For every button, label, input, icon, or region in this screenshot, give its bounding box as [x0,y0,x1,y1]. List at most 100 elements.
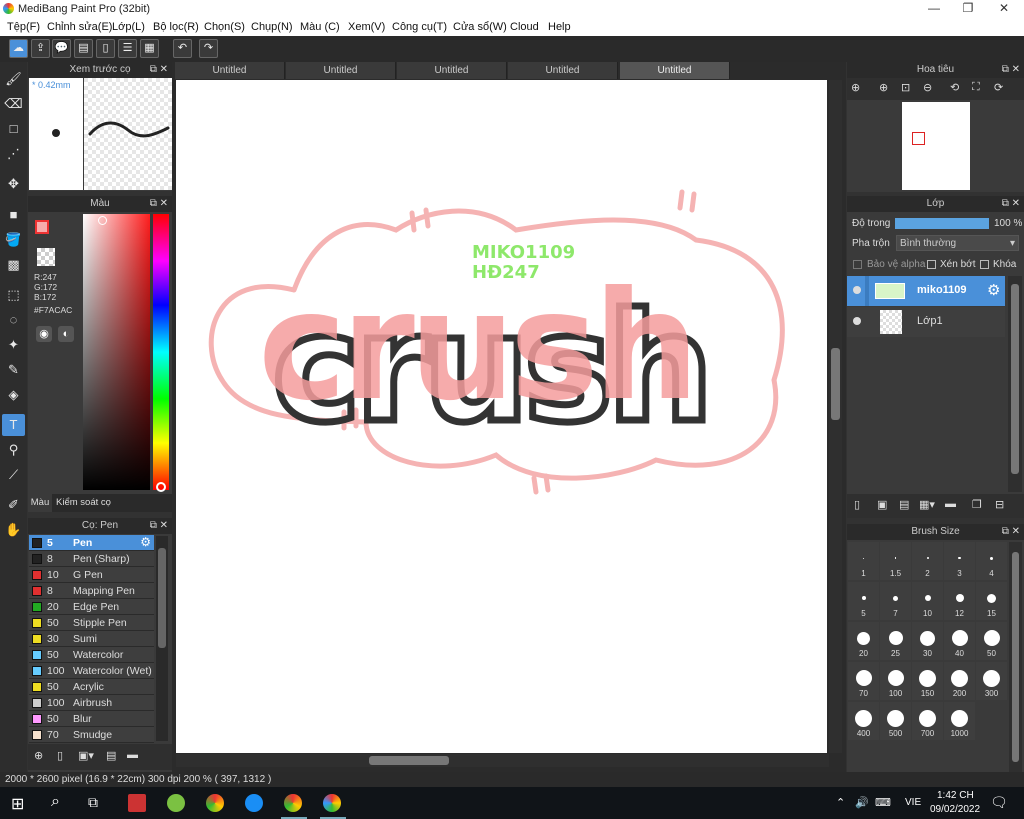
gear-icon[interactable]: ⚙ [140,535,151,549]
menu-color[interactable]: Màu (C) [300,21,340,33]
tab-brush-control[interactable]: Kiểm soát cọ [56,497,111,508]
lasso-icon[interactable]: ◌ [2,309,25,331]
tab-untitled-1[interactable]: Untitled [175,62,285,79]
brush-size-scrollbar[interactable] [1009,542,1022,772]
clock-time[interactable]: 1:42 CH [937,790,974,801]
chrome-icon[interactable] [206,794,224,812]
chevron-up-icon[interactable]: ⌃ [836,796,845,809]
minimize-button[interactable]: — [916,1,952,17]
brush-size-option[interactable]: 300 [976,662,1007,700]
rotate-left-icon[interactable]: ⟲ [950,81,959,94]
magic-wand-icon[interactable]: ✦ [2,334,25,356]
brush-tool-icon[interactable]: 🖌 [2,68,25,90]
palette-icon[interactable]: ◉ [36,326,52,342]
note-icon[interactable]: ▤ [74,39,93,58]
brush-size-option[interactable]: 200 [944,662,975,700]
brush-size-option[interactable]: 1.5 [880,542,911,580]
saturation-value-square[interactable] [83,214,150,490]
menu-snap[interactable]: Chụp(N) [251,21,293,33]
zoom-out-icon[interactable]: ⊖ [923,81,932,94]
tab-untitled-4[interactable]: Untitled [508,62,618,79]
menu-filter[interactable]: Bộ lọc(R) [153,21,199,33]
brush-size-option[interactable]: 20 [848,622,879,660]
brush-size-option[interactable]: 12 [944,582,975,620]
new-halftone-layer-icon[interactable]: ▣ [877,498,887,511]
panel-close-icon[interactable]: ⧉ ✕ [150,196,168,212]
color-wheel-icon[interactable]: ◐ [58,326,74,342]
duplicate-layer-icon[interactable]: ❐ [972,498,982,511]
notification-icon[interactable]: 🗨 [990,794,1008,811]
tab-untitled-2[interactable]: Untitled [286,62,396,79]
zoom-in-icon[interactable]: ⊕ [851,81,860,94]
cloud-icon[interactable]: ☁ [9,39,28,58]
panel-close-icon[interactable]: ⧉ ✕ [1002,62,1020,78]
menu-cloud[interactable]: Cloud [510,21,539,33]
opacity-slider[interactable] [895,218,989,229]
windows-start-icon[interactable]: ⊞ [11,794,24,814]
gear-icon[interactable]: ⚙ [987,281,1000,299]
volume-icon[interactable]: 🔊 [855,796,869,809]
brush-item[interactable]: 50 Watercolor [29,647,154,663]
visibility-eye-icon[interactable] [853,286,861,294]
brush-size-option[interactable]: 15 [976,582,1007,620]
chrome-alt-icon[interactable] [284,794,302,812]
new-layer-icon[interactable]: ▯ [854,498,860,511]
viewport-indicator[interactable] [912,132,925,145]
panel-close-icon[interactable]: ⧉ ✕ [150,518,168,534]
brush-size-option[interactable]: 100 [880,662,911,700]
layer-scrollbar[interactable] [1008,276,1022,492]
lock-checkbox[interactable] [980,260,989,269]
shape-tool-icon[interactable]: □ [2,118,25,140]
menu-layer[interactable]: Lớp(L) [112,21,145,33]
add-brush-icon[interactable]: ⊕ [34,749,43,762]
new-brush-icon[interactable]: ▯ [57,749,63,762]
tab-color[interactable]: Màu [28,494,52,512]
menu-tools[interactable]: Công cụ(T) [392,21,447,33]
brush-item[interactable]: 70 Smudge [29,727,154,743]
task-view-icon[interactable]: ⧉ [88,794,98,811]
color-picker-cursor[interactable] [98,216,107,225]
medibang-taskbar-icon[interactable] [128,794,146,812]
hue-slider[interactable] [153,214,169,492]
brush-item[interactable]: 20 Edge Pen [29,599,154,615]
undo-icon[interactable]: ↶ [173,39,192,58]
layer-folder-icon[interactable]: ▬ [945,498,956,510]
brush-settings-icon[interactable]: ▤ [106,749,116,762]
app-taskbar-icon[interactable] [167,794,185,812]
bucket-tool-icon[interactable]: 🪣 [2,229,25,251]
page-icon[interactable]: ▯ [96,39,115,58]
blend-mode-select[interactable]: Bình thường ▾ [896,235,1019,251]
select-eraser-icon[interactable]: ◈ [2,384,25,406]
brush-item[interactable]: 50 Blur [29,711,154,727]
grid-icon[interactable]: ▦ [140,39,159,58]
brush-size-option[interactable]: 1000 [944,702,975,740]
fill-rect-icon[interactable]: ■ [2,204,25,226]
brush-options-icon[interactable]: ▣▾ [78,749,94,762]
brush-size-option[interactable]: 500 [880,702,911,740]
brush-size-option[interactable]: 1 [848,542,879,580]
zalo-icon[interactable] [245,794,263,812]
brush-size-option[interactable]: 700 [912,702,943,740]
primary-color-swatch[interactable] [35,220,49,234]
brush-item[interactable]: 5 Pen ⚙ [29,535,154,551]
redo-icon[interactable]: ↷ [199,39,218,58]
text-tool-icon[interactable]: T [2,414,25,436]
select-rect-icon[interactable]: ⬚ [2,284,25,306]
list-icon[interactable]: ☰ [118,39,137,58]
brush-size-option[interactable]: 10 [912,582,943,620]
brush-folder-icon[interactable]: ▬ [127,749,138,761]
new-8bit-layer-icon[interactable]: ▤ [899,498,909,511]
transparent-swatch[interactable] [37,248,55,266]
menu-help[interactable]: Help [548,21,571,33]
brush-size-option[interactable]: 25 [880,622,911,660]
layer-row-lop1[interactable]: Lớp1 [847,307,1005,337]
tab-untitled-3[interactable]: Untitled [397,62,507,79]
select-pen-icon[interactable]: ✎ [2,359,25,381]
dot-brush-icon[interactable]: ⋰ [2,143,25,165]
fit-icon[interactable]: ⊡ [901,81,910,94]
medibang-active-icon[interactable] [323,794,341,812]
eraser-tool-icon[interactable]: ⌫ [2,93,25,115]
share-icon[interactable]: ⇪ [31,39,50,58]
brush-item[interactable]: 100 Airbrush [29,695,154,711]
brush-size-option[interactable]: 7 [880,582,911,620]
